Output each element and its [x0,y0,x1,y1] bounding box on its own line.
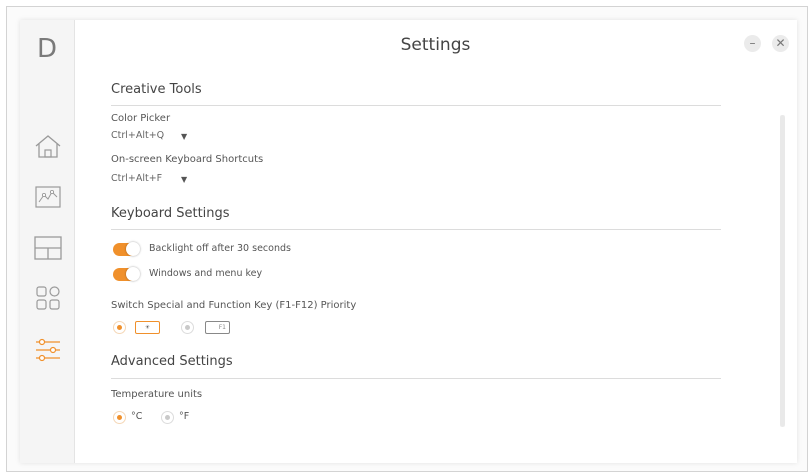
home-icon [35,135,61,158]
layout-icon [34,236,62,260]
toggle-knob [126,267,140,281]
section-title-advanced-settings: Advanced Settings [111,354,233,369]
close-button[interactable]: ✕ [772,35,789,52]
section-divider [111,105,721,106]
sidebar: D [20,20,75,463]
onscreen-keyboard-shortcut-dropdown[interactable]: Ctrl+Alt+F [111,173,162,184]
onscreen-keyboard-label: On-screen Keyboard Shortcuts [111,154,264,165]
windows-menu-key-toggle-label: Windows and menu key [149,268,263,279]
sidebar-item-display[interactable] [33,184,63,210]
section-title-creative-tools: Creative Tools [111,82,202,97]
function-key-priority-radio[interactable] [181,321,194,334]
backlight-toggle-label: Backlight off after 30 seconds [149,243,291,254]
fahrenheit-label: °F [179,411,190,422]
scrollbar-thumb[interactable] [780,115,785,427]
sidebar-item-settings[interactable] [33,337,63,363]
page-title: Settings [400,35,471,55]
function-key-option-icon[interactable]: F1 [205,321,230,334]
celsius-radio[interactable] [113,411,126,424]
section-divider [111,229,721,230]
fahrenheit-radio[interactable] [161,411,174,424]
color-picker-label: Color Picker [111,113,171,124]
sidebar-item-layout[interactable] [33,235,63,261]
chevron-down-icon[interactable]: ▼ [181,132,187,141]
key-priority-label: Switch Special and Function Key (F1-F12)… [111,300,357,311]
app-logo: D [36,34,58,64]
special-key-priority-radio[interactable] [113,321,126,334]
chevron-down-icon[interactable]: ▼ [181,175,187,184]
section-title-keyboard-settings: Keyboard Settings [111,206,230,221]
chart-icon [35,186,61,208]
celsius-label: °C [131,411,143,422]
windows-menu-key-toggle[interactable] [113,267,140,281]
minimize-button[interactable]: – [744,35,761,52]
section-divider [111,378,721,379]
apps-grid-icon [36,286,60,310]
color-picker-shortcut-dropdown[interactable]: Ctrl+Alt+Q [111,130,164,141]
sidebar-item-apps[interactable] [33,285,63,311]
settings-window: D Settings – ✕ Creative Tools Color Pick… [20,20,797,463]
temperature-units-label: Temperature units [111,389,203,400]
special-key-option-icon[interactable]: ☀ [135,321,160,334]
sidebar-item-home[interactable] [33,133,63,159]
sliders-icon [36,338,60,362]
toggle-knob [126,242,140,256]
backlight-toggle[interactable] [113,242,140,256]
